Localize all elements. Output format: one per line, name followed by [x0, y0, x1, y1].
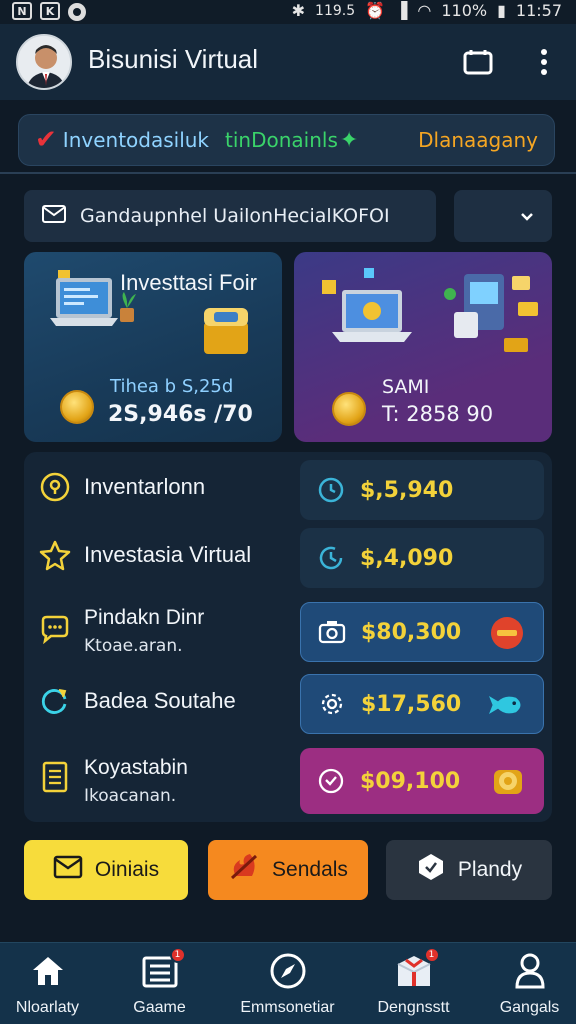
- mail-icon: [42, 204, 66, 228]
- chevron-down-icon: [520, 207, 534, 226]
- card-amount: T: 2858 90: [382, 402, 494, 426]
- row-label: Pindakn Dinr: [84, 606, 205, 629]
- row-label: Inventarlonn: [84, 474, 206, 499]
- coin-icon: [332, 392, 366, 426]
- check-icon: ✔: [35, 125, 57, 155]
- bottom-navigation: Nloarlaty 1 Gaame Emmsonetiar 1 Dengnsst…: [0, 942, 576, 1024]
- wifi-icon: ◠: [417, 1, 432, 20]
- notification-badge: 1: [423, 947, 440, 963]
- row-value: $,4,090: [360, 545, 454, 571]
- value-pill[interactable]: $09,100: [300, 748, 544, 814]
- row-label: Badea Soutahe: [84, 688, 236, 713]
- nav-label: Dengnsstt: [377, 999, 450, 1016]
- row-sublabel: Ktoae.aran.: [84, 636, 183, 656]
- app-bar: Bisunisi Virtual: [0, 24, 576, 100]
- card-label: SAMI: [382, 376, 430, 398]
- star-icon: [38, 538, 72, 572]
- notification-k-icon: K: [40, 2, 60, 20]
- nav-label: Gaame: [133, 999, 186, 1016]
- investment-card-right[interactable]: SAMI T: 2858 90: [294, 252, 552, 442]
- investment-card-left[interactable]: Investtasi Foir Tihea b S,25d 2S,946s /7…: [24, 252, 282, 442]
- alarm-icon: ⏰: [365, 1, 386, 20]
- no-fire-icon: [228, 852, 260, 888]
- row-label: Koyastabin: [84, 756, 188, 779]
- action-button-3[interactable]: Plandy: [386, 840, 552, 900]
- nav-item-game[interactable]: 1 Gaame: [102, 947, 217, 1017]
- computer-network-illustration-icon: [314, 262, 546, 366]
- card-amount: 2S,946s /70: [108, 402, 253, 427]
- battery-icon: ▮: [497, 1, 506, 20]
- value-pill[interactable]: $,4,090: [300, 528, 544, 588]
- dropdown-value: Gandaupnhel UailonHecialKOFOI: [80, 205, 390, 227]
- action-label: Plandy: [457, 858, 523, 881]
- card-subtitle: Tihea b S,25d: [110, 376, 234, 397]
- gold-coin-stack-icon: [490, 764, 526, 798]
- cell-signal-icon: ▐: [395, 1, 408, 20]
- bluetooth-icon: ✱: [291, 1, 306, 20]
- card-title: Investtasi Foir: [120, 270, 257, 295]
- action-label: Sendals: [272, 858, 348, 881]
- avatar[interactable]: [16, 34, 72, 90]
- value-pill[interactable]: $,5,940: [300, 460, 544, 520]
- row-value: $,5,940: [360, 477, 454, 503]
- row-label: Investasia Virtual: [84, 542, 252, 567]
- row-value: $80,300: [361, 619, 462, 645]
- document-icon: [38, 760, 72, 794]
- clock-refresh-icon: [316, 543, 346, 573]
- row-value: $17,560: [361, 691, 462, 717]
- nav-item-profile[interactable]: Gangals: [472, 951, 576, 1017]
- home-icon: [28, 951, 68, 991]
- chat-icon: [38, 612, 72, 646]
- notification-n-icon: N: [12, 2, 32, 20]
- row-sublabel: Ikoacanan.: [84, 786, 177, 806]
- dropdown-toggle[interactable]: [454, 190, 552, 242]
- coin-icon: [60, 390, 94, 424]
- promo-banner[interactable]: ✔ Inventodasiluk tinDonainls ✦ Dlanaagan…: [18, 114, 555, 166]
- search-clock-icon: [316, 475, 346, 505]
- account-dropdown[interactable]: Gandaupnhel UailonHecialKOFOI: [24, 190, 436, 242]
- notification-badge: 1: [169, 947, 186, 963]
- calendar-icon[interactable]: [462, 46, 494, 78]
- nav-item-explore[interactable]: Emmsonetiar: [230, 951, 345, 1017]
- action-button-2[interactable]: Sendals: [208, 840, 368, 900]
- nav-item-home[interactable]: Nloarlaty: [0, 951, 105, 1017]
- nav-item-gift[interactable]: 1 Dengnsstt: [356, 947, 471, 1017]
- green-star-icon: ✦: [339, 127, 359, 153]
- gold-box-icon: [202, 300, 250, 362]
- location-pin-icon: [38, 470, 72, 504]
- hexagon-icon: [416, 852, 446, 888]
- person-icon: [510, 951, 550, 991]
- nav-label: Emmsonetiar: [240, 999, 335, 1016]
- value-pill[interactable]: $80,300: [300, 602, 544, 662]
- value-pill[interactable]: $17,560: [300, 674, 544, 734]
- nav-label: Nloarlaty: [15, 999, 80, 1016]
- fish-icon: [489, 688, 525, 722]
- list-icon: 1: [140, 947, 186, 991]
- refresh-icon: [38, 684, 72, 718]
- camera-icon: [317, 617, 347, 647]
- status-bar: N K ✱ 119.5 ⏰ ▐ ◠ 110% ▮ 11:57: [0, 0, 576, 24]
- banner-right-text: Dlanaagany: [418, 128, 538, 152]
- asset-list-panel: Inventarlonn $,5,940 Investasia Virtual …: [24, 452, 552, 822]
- nav-label: Gangals: [499, 999, 560, 1016]
- battery-text: 110%: [441, 1, 488, 20]
- more-options-icon[interactable]: [528, 46, 560, 78]
- gift-icon: 1: [394, 947, 440, 991]
- banner-left-text: Inventodasiluk: [62, 128, 210, 152]
- compass-icon: [268, 951, 308, 991]
- banner-middle-text: tinDonainls: [225, 128, 338, 152]
- clock: 11:57: [515, 1, 562, 20]
- red-token-icon: [489, 616, 525, 650]
- check-circle-icon: [316, 766, 346, 796]
- notification-dot-icon: [68, 3, 86, 21]
- mail-icon: [53, 855, 83, 885]
- action-button-1[interactable]: Oiniais: [24, 840, 188, 900]
- divider: [0, 172, 576, 174]
- app-title: Bisunisi Virtual: [88, 44, 259, 74]
- action-label: Oiniais: [94, 858, 160, 881]
- gear-icon: [317, 689, 347, 719]
- signal-text: 119.5: [315, 2, 356, 19]
- row-value: $09,100: [360, 768, 461, 794]
